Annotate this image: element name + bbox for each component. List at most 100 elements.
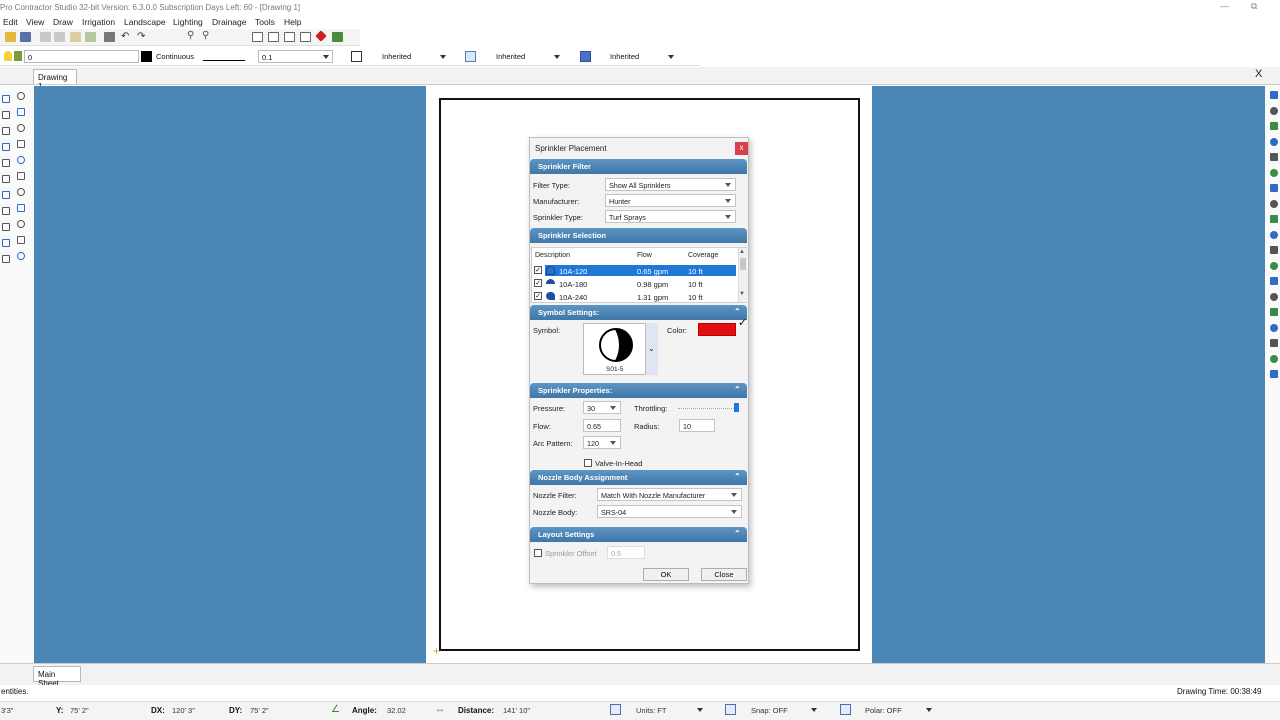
note-icon[interactable]	[1270, 354, 1278, 363]
settings-icon[interactable]	[1270, 370, 1278, 378]
circle-icon[interactable]	[17, 156, 25, 164]
throttling-track[interactable]	[678, 408, 738, 409]
menu-tools[interactable]: Tools	[255, 17, 275, 27]
main-icon[interactable]	[1270, 168, 1278, 177]
match-props-icon[interactable]	[332, 32, 343, 42]
stretch-icon[interactable]	[2, 159, 10, 167]
table-icon[interactable]	[17, 236, 25, 244]
arc-icon[interactable]	[2, 207, 10, 215]
section-header-selection[interactable]: Sprinkler Selection	[530, 228, 747, 243]
cut-icon[interactable]	[40, 32, 51, 42]
menu-landscape[interactable]: Landscape	[124, 17, 166, 27]
layer-icon[interactable]	[1270, 323, 1278, 332]
section-header-properties[interactable]: Sprinkler Properties: ⌃	[530, 383, 747, 398]
mirror-icon[interactable]	[2, 127, 10, 135]
sprinkler-offset-field[interactable]: 0.5	[607, 546, 645, 559]
hatch-icon[interactable]	[17, 220, 25, 228]
layout-icon[interactable]	[284, 32, 295, 42]
close-document-icon[interactable]: X	[1255, 68, 1262, 80]
ok-button[interactable]: OK	[643, 568, 689, 581]
scroll-thumb[interactable]	[740, 258, 746, 270]
row-checkbox[interactable]: ✓	[534, 292, 542, 300]
collapse-icon[interactable]: ⌃	[734, 386, 742, 394]
schedule-icon[interactable]	[1270, 308, 1278, 316]
menu-drainage[interactable]: Drainage	[212, 17, 247, 27]
row-checkbox[interactable]: ✓	[534, 279, 542, 287]
copy-icon[interactable]	[54, 32, 65, 42]
grid-icon[interactable]	[252, 32, 263, 42]
zoom-out-icon[interactable]: ⚲	[187, 30, 194, 41]
lightbulb-icon[interactable]	[4, 51, 12, 61]
units-value[interactable]: Units: FT	[636, 706, 666, 715]
radius-field[interactable]: 10	[679, 419, 715, 432]
spline-icon[interactable]	[2, 223, 10, 231]
sprinkler-type-select[interactable]: Turf Sprays	[605, 210, 736, 223]
sprinkler-offset-checkbox[interactable]	[534, 549, 542, 557]
section-header-symbol[interactable]: Symbol Settings: ⌃	[530, 305, 747, 320]
layer-select[interactable]: 0	[24, 50, 139, 63]
lateral-icon[interactable]	[1270, 153, 1278, 161]
polar-value[interactable]: Polar: OFF	[865, 706, 902, 715]
collapse-icon[interactable]: ⌃	[734, 473, 742, 481]
valve-icon[interactable]	[1270, 91, 1278, 99]
close-button[interactable]: Close	[701, 568, 747, 581]
linetype-select[interactable]: Continuous	[153, 50, 253, 63]
tab-drawing-1[interactable]: Drawing 1	[33, 69, 77, 91]
split-view-icon[interactable]	[268, 32, 279, 42]
nozzle-body-select[interactable]: SRS-04	[597, 505, 742, 518]
scale-icon[interactable]	[2, 143, 10, 151]
restore-icon[interactable]: ⧉	[1251, 1, 1257, 12]
symbol-color-swatch[interactable]	[698, 323, 736, 336]
block-icon[interactable]	[2, 255, 10, 263]
collapse-icon[interactable]: ⌃	[734, 308, 742, 316]
section-header-nozzle[interactable]: Nozzle Body Assignment ⌃	[530, 470, 747, 485]
triangle-icon[interactable]	[17, 188, 25, 196]
zone-icon[interactable]	[1270, 199, 1278, 208]
arc-pattern-select[interactable]: 120	[583, 436, 621, 449]
lineweight-inherited-select[interactable]: Inherited	[597, 50, 679, 63]
lineweight-select[interactable]: 0.1	[258, 50, 333, 63]
menu-help[interactable]: Help	[284, 17, 301, 27]
save-icon[interactable]	[20, 32, 31, 42]
section-header-layout[interactable]: Layout Settings ⌃	[530, 527, 747, 542]
paste-special-icon[interactable]	[85, 32, 96, 42]
menu-view[interactable]: View	[26, 17, 44, 27]
menu-edit[interactable]: Edit	[3, 17, 18, 27]
pencil-icon[interactable]	[17, 92, 25, 100]
fillet-icon[interactable]	[2, 175, 10, 183]
report-icon[interactable]	[1270, 292, 1278, 301]
scroll-up-icon[interactable]: ▲	[739, 249, 745, 255]
layer-lock-icon[interactable]	[14, 51, 22, 61]
circle-tool-icon[interactable]	[17, 172, 25, 180]
point-icon[interactable]	[17, 252, 25, 260]
line-icon[interactable]	[17, 204, 25, 212]
nozzle-filter-select[interactable]: Match With Nozzle Manufacturer	[597, 488, 742, 501]
text-icon[interactable]	[2, 239, 10, 247]
linetype-inherited-select[interactable]: Inherited	[483, 50, 565, 63]
trim-icon[interactable]	[17, 140, 25, 148]
menu-irrigation[interactable]: Irrigation	[82, 17, 115, 27]
menu-draw[interactable]: Draw	[53, 17, 73, 27]
color-swatch[interactable]	[141, 51, 152, 62]
zoom-in-icon[interactable]: ⚲	[202, 30, 209, 41]
drip-icon[interactable]	[1270, 184, 1278, 192]
scroll-down-icon[interactable]: ▼	[739, 291, 745, 297]
meter-icon[interactable]	[1270, 230, 1278, 239]
color-select[interactable]: Inherited	[369, 50, 451, 63]
paste-icon[interactable]	[70, 32, 81, 42]
undo-icon[interactable]: ↶	[121, 31, 129, 42]
detail-icon[interactable]	[1270, 339, 1278, 347]
print-icon[interactable]	[104, 32, 115, 42]
new-file-icon[interactable]	[5, 32, 16, 42]
controller-icon[interactable]	[1270, 106, 1278, 115]
backflow-icon[interactable]	[1270, 215, 1278, 223]
menu-lighting[interactable]: Lighting	[173, 17, 203, 27]
filter-type-select[interactable]: Show All Sprinklers	[605, 178, 736, 191]
pressure-select[interactable]: 30	[583, 401, 621, 414]
legend-icon[interactable]	[1270, 277, 1278, 285]
dimension-icon[interactable]	[17, 108, 25, 116]
pump-icon[interactable]	[1270, 246, 1278, 254]
throttling-slider[interactable]	[734, 403, 739, 412]
move-icon[interactable]	[2, 95, 10, 103]
dialog-close-icon[interactable]: x	[735, 142, 748, 155]
